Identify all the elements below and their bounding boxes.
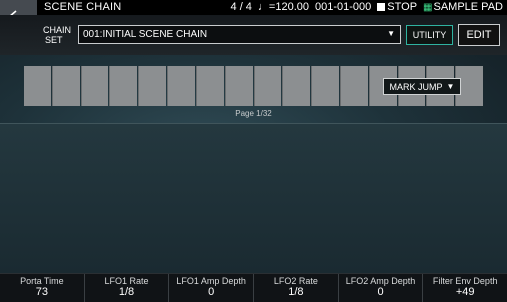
- scene-pad[interactable]: [253, 66, 282, 106]
- scene-pad[interactable]: [224, 66, 253, 106]
- stop-icon: [377, 3, 386, 11]
- mark-jump-dropdown[interactable]: MARK JUMP ▼: [383, 78, 461, 95]
- scene-pad[interactable]: [138, 66, 167, 106]
- scene-pad[interactable]: [282, 66, 311, 106]
- tempo: ♩=120.00: [257, 1, 309, 13]
- chain-set-label: CHAIN SET: [43, 25, 72, 45]
- param-label: LFO1 Amp Depth: [176, 276, 246, 286]
- song-position: 001-01-000: [315, 1, 372, 13]
- scene-pad[interactable]: [167, 66, 195, 106]
- param-value: +49: [455, 286, 475, 298]
- param-label: LFO2 Rate: [273, 276, 318, 286]
- quarter-note-icon: ♩: [257, 1, 269, 13]
- parameter-bar: Porta Time 73 LFO1 Rate 1/8 LFO1 Amp Depth 0 L…: [0, 273, 507, 302]
- param-value: 0: [377, 286, 384, 298]
- param-knob[interactable]: Porta Time 73: [0, 274, 84, 302]
- page-indicator: Page 1/32: [235, 109, 272, 118]
- time-signature: 4 / 4: [230, 1, 252, 13]
- param-knob[interactable]: Filter Env Depth +49: [422, 274, 507, 302]
- param-knob[interactable]: LFO2 Rate 1/8: [253, 274, 338, 302]
- transport-status: 4 / 4 ♩=120.00 001-01-000 STOP ▦SAMPLE P…: [231, 1, 503, 13]
- dropdown-arrow-icon: ▼: [387, 29, 395, 38]
- chain-set-value: 001:INITIAL SCENE CHAIN: [83, 29, 208, 40]
- chain-set-dropdown[interactable]: 001:INITIAL SCENE CHAIN ▼: [78, 25, 401, 44]
- param-label: LFO2 Amp Depth: [345, 276, 416, 286]
- transport-state: STOP: [377, 1, 417, 13]
- utility-button[interactable]: UTILITY: [406, 25, 453, 45]
- dropdown-arrow-icon: ▼: [446, 82, 455, 91]
- scene-pad[interactable]: [24, 66, 51, 106]
- scene-pad[interactable]: [109, 66, 138, 106]
- scene-pad[interactable]: [51, 66, 80, 106]
- param-value: 1/8: [288, 286, 304, 298]
- grid-icon: ▦: [423, 2, 433, 13]
- param-knob[interactable]: LFO1 Amp Depth 0: [168, 274, 253, 302]
- param-value: 1/8: [118, 286, 135, 298]
- param-label: Filter Env Depth: [432, 276, 498, 286]
- param-knob[interactable]: LFO1 Rate 1/8: [83, 274, 169, 302]
- param-label: Porta Time: [20, 276, 64, 286]
- page-title: SCENE CHAIN: [44, 1, 122, 13]
- param-value: 0: [208, 286, 215, 298]
- edit-button[interactable]: EDIT: [458, 24, 500, 46]
- scene-pad[interactable]: [80, 66, 109, 106]
- chain-set-row: CHAIN SET 001:INITIAL SCENE CHAIN ▼ UTIL…: [0, 15, 507, 55]
- scene-pad[interactable]: [195, 66, 224, 106]
- param-knob[interactable]: LFO2 Amp Depth 0: [337, 274, 423, 302]
- top-status-bar: SCENE CHAIN 4 / 4 ♩=120.00 001-01-000 ST…: [0, 0, 507, 15]
- param-label: LFO1 Rate: [104, 276, 149, 286]
- param-value: 73: [35, 286, 48, 298]
- mark-jump-label: MARK JUMP: [389, 81, 443, 92]
- chain-sequence-area[interactable]: [0, 123, 507, 273]
- sample-pad-indicator[interactable]: ▦SAMPLE PAD: [423, 1, 503, 13]
- scene-pad[interactable]: [339, 66, 368, 106]
- scene-pad[interactable]: [311, 66, 339, 106]
